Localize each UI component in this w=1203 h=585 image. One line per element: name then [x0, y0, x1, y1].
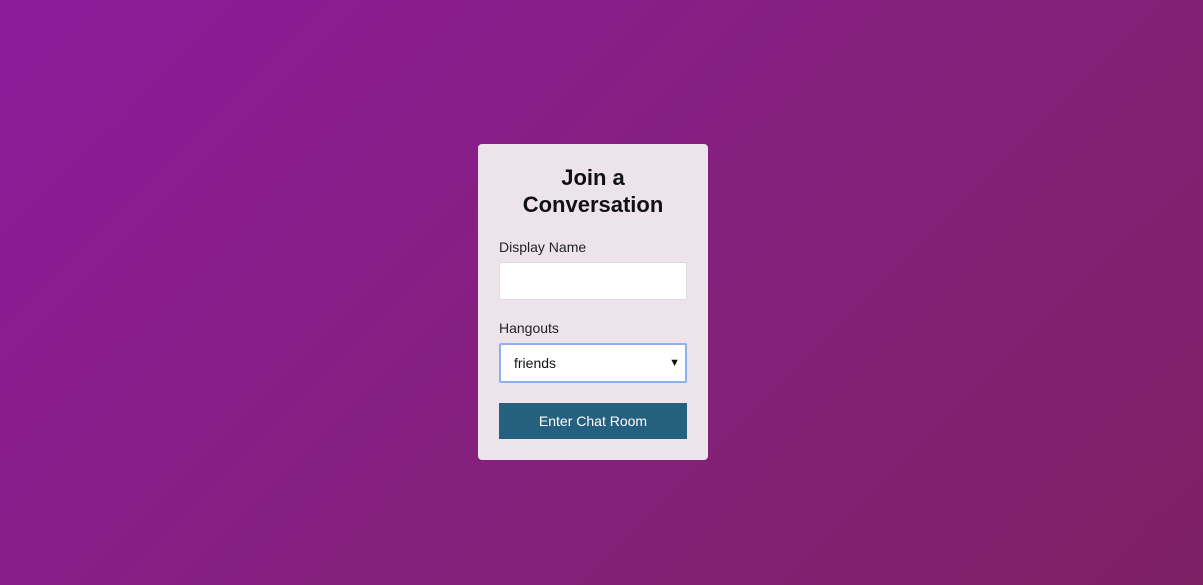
hangouts-selected-value: friends [514, 355, 557, 371]
join-form-card: Join a Conversation Display Name Hangout… [478, 144, 708, 460]
form-title: Join a Conversation [499, 164, 687, 218]
hangouts-label: Hangouts [499, 320, 559, 336]
display-name-label: Display Name [499, 239, 587, 255]
caret-down-icon: ▼ [669, 357, 680, 369]
enter-chat-room-button[interactable]: Enter Chat Room [499, 403, 687, 439]
hangouts-select[interactable]: friends ▼ [499, 343, 687, 383]
form-title-line1: Join a [561, 165, 625, 190]
form-title-line2: Conversation [522, 192, 664, 217]
display-name-input[interactable] [499, 262, 687, 300]
